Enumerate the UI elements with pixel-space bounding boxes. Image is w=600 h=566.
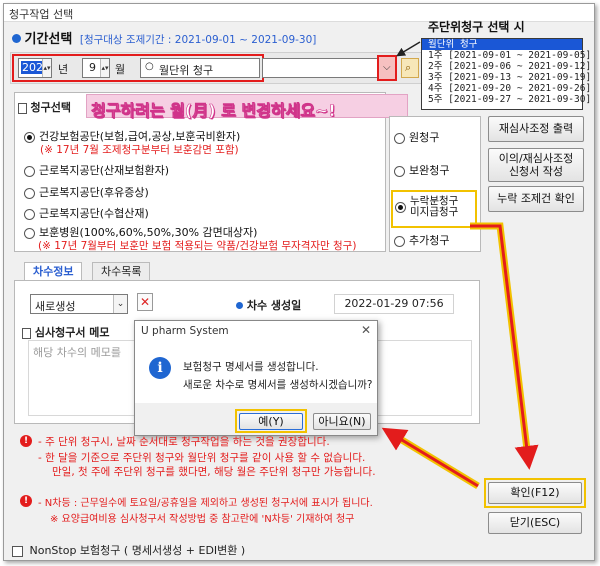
created-label-wrap: 차수 생성일 (236, 297, 301, 313)
radio-aftereffect[interactable] (24, 187, 35, 199)
radio-veteran-hospital[interactable] (24, 227, 35, 239)
weekly-option-4[interactable]: 4주 [2021-09-20 ~ 2021-09-26] (422, 83, 591, 94)
radio-missing[interactable] (395, 202, 406, 213)
type-supplement[interactable]: 보완청구 (394, 162, 449, 178)
weekly-callout: 주단위청구 선택 시 (428, 20, 525, 34)
dialog-close-icon[interactable]: ✕ (361, 323, 371, 337)
unit-select-bullet-icon: ○ (145, 61, 154, 72)
dialog-title: U pharm System (141, 325, 229, 337)
tab-chasu-list[interactable]: 차수목록 (92, 262, 151, 280)
created-bullet-icon (236, 302, 243, 309)
reexam-print-button[interactable]: 재심사조정 출력 (488, 116, 584, 142)
type-original[interactable]: 원청구 (394, 129, 439, 145)
weekly-popup[interactable]: 월단위 청구 1주 [2021-09-01 ~ 2021-09-05] 2주 [… (421, 38, 591, 110)
unit-select-value: 월단위 청구 (159, 64, 214, 77)
option-aftereffect[interactable]: 근로복지공단(후유증상) (24, 184, 149, 200)
month-value: 9 (89, 61, 96, 74)
radio-original[interactable] (394, 132, 405, 144)
weekly-option-0[interactable]: 월단위 청구 (422, 39, 582, 50)
warning-2-line2: ※ 요양급여비용 심사청구서 작성방법 중 참고란에 'N차등' 기재하여 청구 (50, 514, 355, 525)
tab-chasu-info[interactable]: 차수정보 (24, 262, 83, 280)
no-button[interactable]: 아니요(N) (313, 413, 371, 430)
radio-additional[interactable] (394, 235, 405, 247)
info-icon: i (149, 357, 171, 379)
chasu-chevron-icon[interactable]: ⌄ (113, 295, 127, 313)
search-button[interactable]: ⌕ (401, 58, 419, 78)
nonstop-label: NonStop 보험청구 ( 명세서생성 + EDI변환 ) (29, 544, 246, 557)
month-change-banner: 청구하려는 월(月) 로 변경하세요~! (86, 94, 408, 121)
warning-1-line3: 만일, 첫 주에 주단위 청구를 했다면, 해당 월은 주단위 청구만 가능합니… (52, 466, 376, 478)
radio-fishery[interactable] (24, 208, 35, 220)
year-spin-icon[interactable]: ▴▾ (42, 59, 51, 77)
dropdown-button[interactable]: ⌵ (377, 55, 397, 81)
weekly-option-3[interactable]: 3주 [2021-09-13 ~ 2021-09-19] (422, 72, 591, 83)
dialog-line1: 보험청구 명세서를 생성합니다. (183, 361, 319, 373)
yes-button[interactable]: 예(Y) (239, 413, 303, 430)
billing-header: 청구선택 (18, 99, 71, 115)
radio-workers-comp[interactable] (24, 165, 35, 177)
period-header: 기간선택 [청구대상 조제기간 : 2021-09-01 ~ 2021-09-3… (12, 28, 316, 47)
month-unit: 월 (115, 63, 126, 76)
weekly-option-1[interactable]: 1주 [2021-09-01 ~ 2021-09-05] (422, 50, 591, 61)
weekly-option-5[interactable]: 5주 [2021-09-27 ~ 2021-09-30] (422, 94, 591, 105)
year-unit: 년 (58, 63, 69, 76)
section-bullet-icon (12, 34, 21, 43)
delete-chasu-button[interactable]: ✕ (137, 293, 153, 311)
banner-text: 청구하려는 월(月) 로 변경하세요~! (91, 101, 336, 121)
option-workers-comp[interactable]: 근로복지공단(산재보험환자) (24, 162, 169, 178)
month-spinner[interactable]: 9 ▴▾ (82, 58, 110, 78)
radio-supplement[interactable] (394, 165, 405, 177)
memo-label-wrap: 심사청구서 메모 (22, 324, 110, 340)
warning-1-line2: - 한 달을 기준으로 주단위 청구와 월단위 청구를 같이 사용 할 수 없습… (38, 452, 366, 464)
billing-title: 청구선택 (30, 101, 71, 114)
memo-placeholder: 해당 차수의 메모를 (33, 346, 121, 359)
type-missing-label: 누락분청구 미지급청구 (410, 195, 459, 218)
month-spin-icon[interactable]: ▴▾ (100, 59, 109, 77)
search-icon: ⌕ (405, 61, 412, 74)
nonstop-option[interactable]: NonStop 보험청구 ( 명세서생성 + EDI변환 ) (12, 542, 245, 558)
warning-1-line1: - 주 단위 청구시, 날짜 순서대로 청구작업을 하는 것을 권장합니다. (38, 436, 330, 448)
chasu-select-value: 새로생성 (35, 300, 76, 313)
nonstop-checkbox[interactable] (12, 545, 23, 557)
objection-form-button[interactable]: 이의/재심사조정 신청서 작성 (488, 148, 584, 182)
year-spinner[interactable]: 2021 ▴▾ (18, 58, 52, 78)
chevron-down-icon: ⌵ (383, 62, 391, 73)
period-title: 기간선택 (24, 32, 73, 47)
type-additional[interactable]: 추가청구 (394, 232, 449, 248)
option-fishery[interactable]: 근로복지공단(수협산재) (24, 205, 149, 221)
created-label: 차수 생성일 (246, 299, 302, 312)
type-missing[interactable]: 누락분청구 미지급청구 (395, 196, 458, 218)
dialog-line2: 새로운 차수로 명세서를 생성하시겠습니까? (183, 379, 373, 391)
created-value: 2022-01-29 07:56 (334, 294, 454, 314)
confirm-dialog: U pharm System ✕ i 보험청구 명세서를 생성합니다. 새로운 … (134, 320, 378, 436)
memo-label: 심사청구서 메모 (34, 326, 110, 339)
billing-window: 청구작업 선택 기간선택 [청구대상 조제기간 : 2021-09-01 ~ 2… (3, 3, 595, 561)
delete-icon: ✕ (140, 295, 151, 309)
warning-icon-2: ! (20, 495, 32, 507)
warning-2-line1: - N차등 : 근무일수에 토요일/공휴일을 제외하고 생성된 청구서에 표시가… (38, 498, 373, 509)
confirm-button[interactable]: 확인(F12) (488, 482, 582, 504)
radio-health-insurance[interactable] (24, 131, 35, 143)
unit-select[interactable]: ○ 월단위 청구 (140, 58, 260, 78)
window-title: 청구작업 선택 (9, 8, 74, 21)
note-veteran-discount: (※ 17년 7월 조제청구분부터 보훈감면 포함) (40, 144, 239, 156)
chasu-select[interactable]: 새로생성 ⌄ (30, 294, 128, 314)
memo-document-icon (22, 327, 31, 339)
document-icon (18, 102, 27, 114)
warning-icon: ! (20, 435, 32, 447)
close-button[interactable]: 닫기(ESC) (488, 512, 582, 534)
weekly-option-2[interactable]: 2주 [2021-09-06 ~ 2021-09-12] (422, 61, 591, 72)
note-veteran-only: (※ 17년 7월부터 보훈만 보험 적용되는 약품/건강보험 무자격자만 청구… (38, 240, 357, 252)
unit-select-field[interactable] (262, 58, 394, 78)
period-info: [청구대상 조제기간 : 2021-09-01 ~ 2021-09-30] (79, 34, 317, 46)
missing-check-button[interactable]: 누락 조제건 확인 (488, 186, 584, 212)
